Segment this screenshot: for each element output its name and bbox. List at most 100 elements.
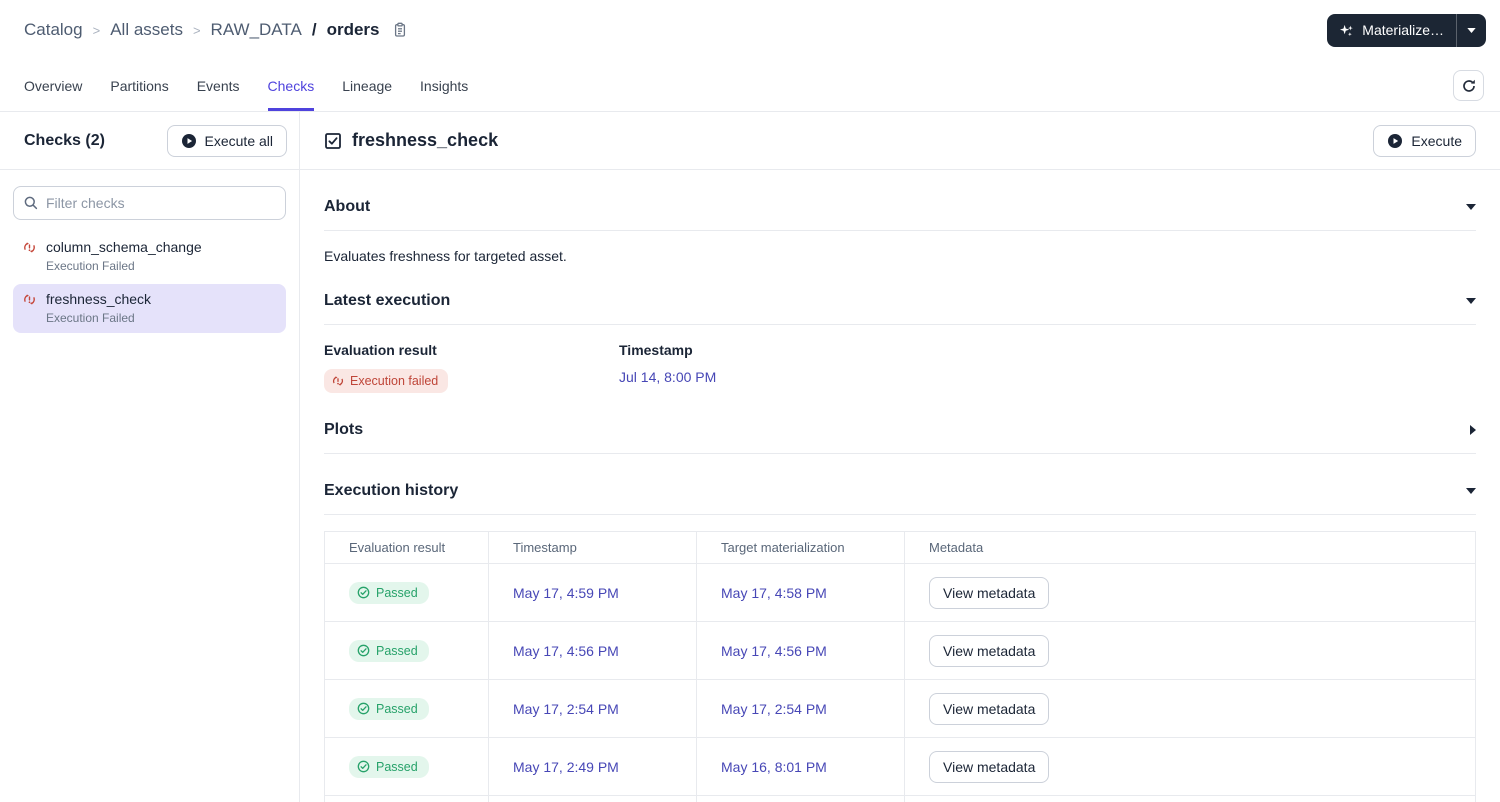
view-metadata-label: View metadata [943,758,1036,775]
execution-timestamp-link[interactable]: May 17, 2:49 PM [513,759,619,775]
view-metadata-label: View metadata [943,700,1036,717]
refresh-button[interactable] [1453,70,1484,101]
about-section-header[interactable]: About [324,198,1476,216]
caret-down-icon [1466,488,1476,494]
table-row-result: Passed [325,680,489,738]
caret-right-icon [1470,425,1476,435]
breadcrumb-asset-group[interactable]: RAW_DATA [211,20,302,40]
copy-icon[interactable] [392,22,408,38]
tabs: Overview Partitions Events Checks Lineag… [24,60,1453,111]
target-materialization-link[interactable]: May 17, 4:56 PM [721,643,827,659]
check-detail-title: freshness_check [352,130,499,150]
breadcrumb-catalog[interactable]: Catalog [24,20,83,40]
play-circle-icon [1387,133,1403,149]
passed-badge: Passed [349,697,429,720]
execution-timestamp-link[interactable]: May 17, 4:59 PM [513,585,619,601]
passed-badge: Passed [349,755,429,778]
target-materialization-link[interactable]: May 17, 4:58 PM [721,585,827,601]
materialize-button[interactable]: Materialize… [1327,13,1457,47]
table-row-result: Passed [325,622,489,680]
check-detail-header: freshness_check Execute [300,112,1500,170]
table-row-result: Passed [325,564,489,622]
check-name: freshness_check [46,291,152,307]
check-circle-icon [357,644,370,657]
failed-loop-exclamation-icon [332,375,344,387]
check-list-item-column-schema-change[interactable]: column_schema_change Execution Failed [13,232,286,281]
check-detail-panel: freshness_check Execute About Evaluates … [300,112,1500,802]
tab-checks[interactable]: Checks [267,60,314,111]
view-metadata-label: View metadata [943,642,1036,659]
breadcrumb-asset-name: orders [326,20,380,39]
plots-title: Plots [324,421,364,438]
view-metadata-button[interactable]: View metadata [929,750,1050,783]
view-metadata-button[interactable]: View metadata [929,634,1050,667]
checkbox-icon [324,132,342,150]
passed-label: Passed [376,643,418,658]
checks-count-title: Checks (2) [24,131,105,149]
target-materialization-link[interactable]: May 17, 2:54 PM [721,701,827,717]
caret-down-icon [1466,204,1476,210]
check-circle-icon [357,760,370,773]
divider [324,324,1476,325]
latest-execution-fields: Evaluation result Execution failed Times… [324,342,1476,393]
latest-execution-title: Latest execution [324,292,451,309]
breadcrumb-all-assets[interactable]: All assets [110,20,183,40]
passed-label: Passed [376,701,418,716]
materialize-label: Materialize… [1362,22,1444,38]
execution-failed-label: Execution failed [350,374,439,388]
divider [324,514,1476,515]
check-name: column_schema_change [46,239,202,255]
divider [324,453,1476,454]
target-materialization-link[interactable]: May 16, 8:01 PM [721,759,827,775]
check-status: Execution Failed [46,311,135,325]
passed-badge: Passed [349,581,429,604]
passed-label: Passed [376,759,418,774]
check-detail-content: About Evaluates freshness for targeted a… [300,170,1500,802]
execute-button[interactable]: Execute [1373,124,1476,157]
view-metadata-button[interactable]: View metadata [929,692,1050,725]
passed-label: Passed [376,585,418,600]
column-header-timestamp: Timestamp [489,532,697,564]
tab-insights[interactable]: Insights [420,60,468,111]
materialize-dropdown-button[interactable] [1457,14,1486,47]
about-title: About [324,198,371,215]
asset-tab-bar: Overview Partitions Events Checks Lineag… [0,60,1500,112]
evaluation-result-label: Evaluation result [324,342,437,358]
divider [324,230,1476,231]
play-circle-icon [181,133,197,149]
column-header-metadata: Metadata [905,532,1475,564]
view-metadata-button[interactable]: View metadata [929,576,1050,609]
chevron-right-icon: > [192,22,201,38]
table-row-result [325,796,489,802]
execution-history-title: Execution history [324,482,459,499]
execution-timestamp-link[interactable]: May 17, 2:54 PM [513,701,619,717]
breadcrumb: Catalog > All assets > RAW_DATA / orders [24,20,408,40]
check-status: Execution Failed [46,259,135,273]
refresh-icon [1461,78,1477,94]
check-circle-icon [357,586,370,599]
tab-events[interactable]: Events [197,60,240,111]
timestamp-label: Timestamp [619,342,693,358]
check-circle-icon [357,702,370,715]
latest-execution-timestamp-link[interactable]: Jul 14, 8:00 PM [619,369,716,385]
table-row-result: Passed [325,738,489,796]
execution-history-section-header[interactable]: Execution history [324,482,1476,500]
tab-partitions[interactable]: Partitions [110,60,168,111]
latest-execution-section-header[interactable]: Latest execution [324,292,1476,310]
tab-lineage[interactable]: Lineage [342,60,392,111]
failed-loop-exclamation-icon [23,293,36,306]
execute-all-label: Execute all [204,132,273,149]
filter-checks-input[interactable] [13,186,286,220]
checks-list: column_schema_change Execution Failed fr… [0,232,299,336]
execute-all-button[interactable]: Execute all [166,124,287,157]
check-list-item-freshness-check[interactable]: freshness_check Execution Failed [13,284,286,333]
execution-timestamp-link[interactable]: May 17, 4:56 PM [513,643,619,659]
plots-section-header[interactable]: Plots [324,421,1476,439]
checks-sidebar-header: Checks (2) Execute all [0,112,299,170]
tab-overview[interactable]: Overview [24,60,82,111]
materialize-split-button: Materialize… [1327,13,1486,47]
execute-label: Execute [1411,132,1462,149]
chevron-right-icon: > [92,22,101,38]
execution-failed-badge: Execution failed [324,369,449,393]
checks-sidebar: Checks (2) Execute all Filter checks col… [0,112,300,802]
